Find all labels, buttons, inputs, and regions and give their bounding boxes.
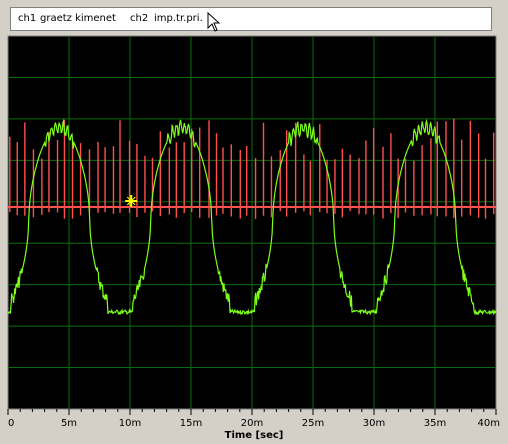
- x-axis-title: Time [sec]: [224, 430, 284, 441]
- x-tick-label: 0: [8, 418, 14, 429]
- x-tick-label: 35m: [424, 418, 446, 429]
- oscilloscope-plot[interactable]: 0 5m 10m 15m 20m 25m 30m 35m 40m: [0, 0, 508, 444]
- x-tick-label: 30m: [363, 418, 385, 429]
- x-tick-label: 15m: [180, 418, 202, 429]
- mouse-pointer-icon: [207, 12, 221, 32]
- x-tick-label: 10m: [119, 418, 141, 429]
- x-tick-label: 20m: [241, 418, 263, 429]
- x-tick-label: 5m: [61, 418, 77, 429]
- x-axis: 0 5m 10m 15m 20m 25m 30m 35m 40m: [7, 409, 500, 429]
- x-tick-label: 40m: [478, 418, 500, 429]
- x-tick-label: 25m: [302, 418, 324, 429]
